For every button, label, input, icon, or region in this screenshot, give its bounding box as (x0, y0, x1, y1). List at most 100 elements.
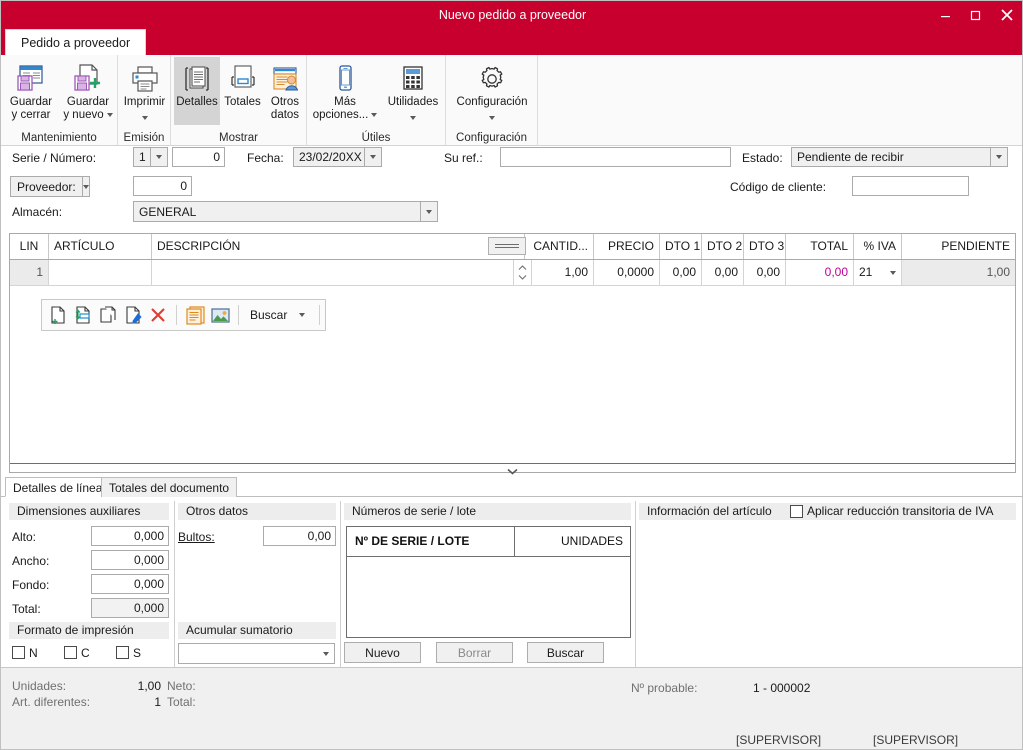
cell-dto2[interactable]: 0,00 (702, 260, 744, 285)
label-line-2: datos (270, 109, 300, 121)
chevron-down-icon[interactable] (317, 644, 334, 663)
tab-pedido-a-proveedor[interactable]: Pedido a proveedor (5, 29, 147, 55)
close-button[interactable] (990, 1, 1022, 29)
codigo-cliente-input[interactable] (852, 176, 969, 196)
quantity-stepper[interactable] (514, 260, 532, 285)
ribbon-button-label: Configuración (456, 96, 528, 108)
cell-dto3[interactable]: 0,00 (744, 260, 786, 285)
grid-col-descripcion[interactable]: DESCRIPCIÓN (152, 234, 525, 259)
ribbon-button-label: Totales (224, 96, 261, 108)
ribbon-button-detalles[interactable]: Detalles (174, 57, 220, 125)
chevron-down-icon[interactable] (884, 270, 901, 275)
cell-articulo[interactable] (49, 260, 152, 285)
proveedor-label: Proveedor: (17, 179, 76, 194)
grid-col-dto2[interactable]: DTO 2 (702, 234, 744, 259)
chevron-down-icon[interactable] (150, 148, 167, 166)
checkbox-formato-n[interactable] (12, 646, 25, 659)
edit-line-icon[interactable] (122, 303, 144, 327)
copy-line-icon[interactable] (97, 303, 119, 327)
grid-col-total[interactable]: TOTAL (786, 234, 854, 259)
chevron-down-icon[interactable] (410, 110, 416, 124)
fondo-input[interactable] (91, 574, 169, 594)
proveedor-codigo-input[interactable] (133, 176, 192, 196)
grid-col-dto3[interactable]: DTO 3 (744, 234, 786, 259)
window-controls (930, 1, 1022, 29)
grid-col-iva[interactable]: % IVA (854, 234, 902, 259)
numero-input[interactable] (172, 147, 225, 167)
grid-col-precio[interactable]: PRECIO (594, 234, 660, 259)
serial-borrar-button[interactable]: Borrar (436, 642, 513, 663)
grid-col-cantidad[interactable]: CANTID... (525, 234, 594, 259)
su-ref-input[interactable] (500, 147, 731, 167)
n-probable-value: 1 - 000002 (753, 681, 811, 695)
mobile-icon (325, 60, 365, 94)
user-left: [SUPERVISOR] (736, 733, 822, 747)
tab-detalles-de-linea[interactable]: Detalles de línea (5, 477, 111, 497)
cell-descripcion[interactable] (152, 260, 514, 285)
grid-col-dto1[interactable]: DTO 1 (660, 234, 702, 259)
serial-nuevo-button[interactable]: Nuevo (344, 642, 421, 663)
chevron-down-icon[interactable] (141, 110, 148, 124)
fecha-datepicker[interactable]: 23/02/20XX (293, 147, 382, 167)
chevron-down-icon[interactable] (990, 148, 1007, 166)
estado-label: Estado: (742, 151, 783, 165)
image-icon[interactable] (209, 303, 231, 327)
table-row[interactable]: 1 1,00 0,0000 0,00 0,00 0,00 0,00 21 1,0… (10, 260, 1015, 286)
cell-dto1[interactable]: 0,00 (660, 260, 702, 285)
ribbon-button-imprimir[interactable]: Imprimir (119, 57, 170, 127)
serial-numbers-table[interactable]: Nº DE SERIE / LOTE UNIDADES (346, 526, 631, 638)
checkbox-aplicar-reduccion-iva[interactable] (790, 505, 803, 518)
chevron-down-icon[interactable] (106, 112, 113, 117)
proveedor-button[interactable]: Proveedor: (10, 176, 90, 197)
serial-buscar-button[interactable]: Buscar (527, 642, 604, 663)
ribbon-button-configuracion[interactable]: Configuración (447, 57, 537, 127)
minimize-button[interactable] (930, 1, 960, 29)
maximize-button[interactable] (960, 1, 990, 29)
acumular-sumatorio-select[interactable] (178, 643, 335, 664)
ribbon-button-otros-datos[interactable]: Otros datos (265, 57, 305, 127)
panel-divider-1 (174, 501, 175, 667)
checkbox-formato-s[interactable] (116, 646, 129, 659)
almacen-select[interactable]: GENERAL (133, 201, 438, 222)
ancho-input[interactable] (91, 550, 169, 570)
ribbon-group-label: Configuración (456, 132, 527, 144)
serie-select[interactable]: 1 (133, 147, 168, 167)
estado-select[interactable]: Pendiente de recibir (791, 147, 1008, 167)
grid-col-lin[interactable]: LIN (10, 234, 49, 259)
ribbon-button-totales[interactable]: Totales (220, 57, 265, 127)
grid-col-articulo[interactable]: ARTÍCULO (49, 234, 152, 259)
buscar-dropdown-label[interactable]: Buscar (246, 308, 291, 322)
note-icon[interactable] (184, 303, 206, 327)
new-line-icon[interactable] (47, 303, 69, 327)
chevron-down-icon[interactable] (294, 303, 310, 327)
ribbon-group-label: Útiles (361, 132, 391, 144)
estado-value: Pendiente de recibir (797, 150, 904, 164)
chevron-down-icon[interactable] (420, 202, 437, 221)
ribbon-button-guardar-y-nuevo[interactable]: Guardar y nuevo (59, 57, 117, 127)
alto-label: Alto: (12, 530, 37, 544)
chevron-down-icon[interactable] (364, 148, 381, 166)
bultos-label: Bultos: (178, 530, 215, 544)
insert-line-icon[interactable] (72, 303, 94, 327)
checkbox-formato-c[interactable] (64, 646, 77, 659)
bultos-input[interactable] (263, 526, 336, 546)
checkbox-formato-c-label: C (81, 646, 90, 660)
cell-cantidad[interactable]: 1,00 (532, 260, 594, 285)
cell-precio[interactable]: 0,0000 (594, 260, 660, 285)
chevron-down-icon[interactable] (371, 112, 378, 117)
chevron-down-icon[interactable] (489, 110, 495, 124)
alto-input[interactable] (91, 526, 169, 546)
ribbon-button-mas-opciones[interactable]: Más opciones... (309, 57, 381, 127)
line-items-grid: LIN ARTÍCULO DESCRIPCIÓN CANTID... PRECI… (9, 233, 1016, 473)
delete-line-icon[interactable] (147, 303, 169, 327)
tab-totales-del-documento[interactable]: Totales del documento (101, 477, 238, 497)
column-splitter-icon[interactable] (488, 237, 526, 255)
chevron-down-icon[interactable] (81, 177, 89, 196)
grid-expander[interactable] (10, 463, 1015, 475)
ribbon-button-utilidades[interactable]: Utilidades (383, 57, 443, 127)
ribbon: Guardar y cerrar Guardar y nuevo Manteni… (1, 55, 1022, 146)
calculator-icon (393, 60, 433, 94)
ribbon-button-guardar-y-cerrar[interactable]: Guardar y cerrar (3, 57, 59, 127)
grid-col-pendiente[interactable]: PENDIENTE (902, 234, 1015, 259)
cell-iva[interactable]: 21 (854, 260, 902, 285)
